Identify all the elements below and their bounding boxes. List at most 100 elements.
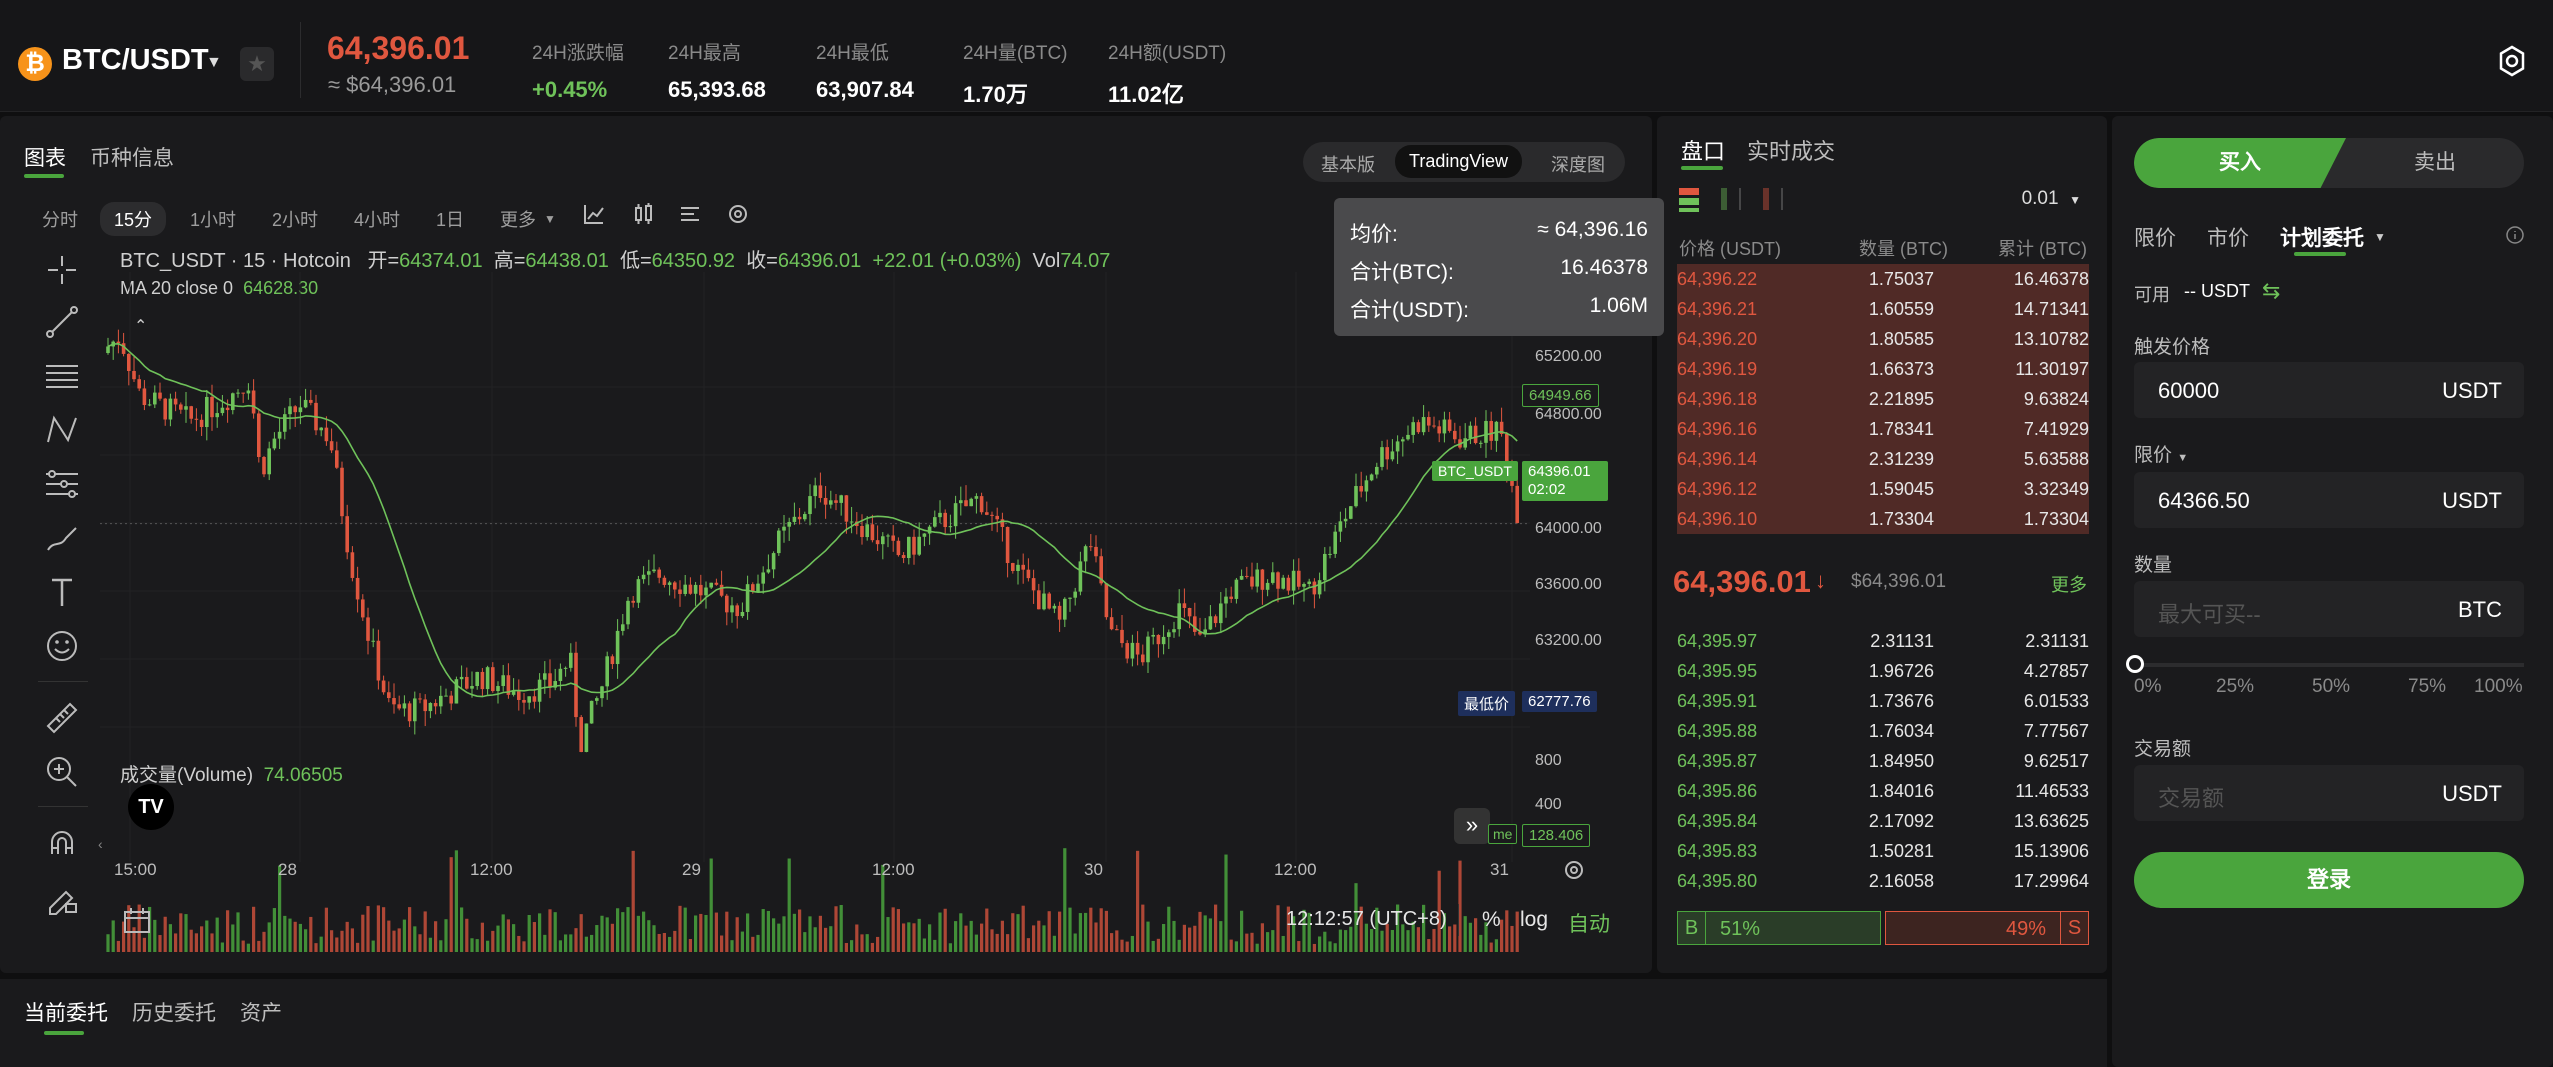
bid-row[interactable]: 64,395.80 2.16058 17.29964 [1677,866,2089,896]
slider-mark[interactable]: 25% [2216,676,2254,698]
last-price-tag: 64396.01 02:02 [1522,461,1608,501]
bid-row[interactable]: 64,395.88 1.76034 7.77567 [1677,716,2089,746]
timeframe-4h[interactable]: 4小时 [354,206,400,232]
candle-body [548,673,552,688]
view-basic[interactable]: 基本版 [1321,151,1375,177]
candle-body [735,605,739,617]
ask-row[interactable]: 64,396.14 2.31239 5.63588 [1677,444,2089,474]
zoom-in-tool-icon[interactable] [42,752,82,792]
chevron-down-icon[interactable]: ▼ [206,54,222,72]
axis-settings-icon[interactable] [1562,858,1586,882]
trendline-tool-icon[interactable] [42,302,82,342]
timeframe-15m[interactable]: 15分 [100,202,167,236]
percent-scale-toggle[interactable]: % [1482,908,1501,932]
chart-settings-icon[interactable] [726,202,750,226]
tab-recent-trades[interactable]: 实时成交 [1747,134,1835,166]
indicator-icon[interactable] [582,202,606,226]
slider-mark[interactable]: 100% [2474,676,2523,698]
book-view-bids-icon[interactable] [1721,188,1741,210]
more-link[interactable]: 更多 [2051,571,2087,597]
volume-bar [1125,941,1129,952]
log-scale-toggle[interactable]: log [1520,908,1548,932]
ask-row[interactable]: 64,396.21 1.60559 14.71341 [1677,294,2089,324]
list-icon[interactable] [678,202,702,226]
ask-row[interactable]: 64,396.18 2.21895 9.63824 [1677,384,2089,414]
sell-tab[interactable]: 卖出 [2346,138,2524,188]
timeframe-1d[interactable]: 1日 [436,206,464,232]
quantity-slider-handle[interactable] [2126,655,2144,673]
ask-row[interactable]: 64,396.19 1.66373 11.30197 [1677,354,2089,384]
candle-type-icon[interactable] [632,202,656,226]
chevron-down-icon[interactable]: ▼ [2374,230,2386,244]
ask-row[interactable]: 64,396.20 1.80585 13.10782 [1677,324,2089,354]
bid-row[interactable]: 64,395.83 1.50281 15.13906 [1677,836,2089,866]
candle-body [1161,636,1166,645]
text-tool-icon[interactable] [42,572,82,612]
timeframe-line[interactable]: 分时 [42,206,78,232]
chevron-down-icon[interactable]: ▼ [544,212,556,226]
candle-body [1094,546,1098,557]
volume-bar [142,937,146,952]
horizontal-lines-tool-icon[interactable] [42,356,82,396]
brush-tool-icon[interactable] [42,518,82,558]
tab-open-orders[interactable]: 当前委托 [24,997,108,1027]
view-depth[interactable]: 深度图 [1551,151,1605,177]
precision-selector[interactable]: 0.01 ▼ [2022,188,2081,210]
order-type-market[interactable]: 市价 [2207,222,2249,252]
info-icon[interactable] [2504,224,2526,246]
lock-drawing-tool-icon[interactable] [42,878,82,918]
tab-chart[interactable]: 图表 [24,142,66,172]
slider-mark[interactable]: 0% [2134,676,2161,698]
tab-assets[interactable]: 资产 [240,997,282,1027]
favorite-star-icon[interactable]: ★ [240,47,274,81]
timeframe-more[interactable]: 更多 [500,206,536,232]
magnet-tool-icon[interactable] [42,824,82,864]
crosshair-tool-icon[interactable] [42,250,82,290]
view-tradingview[interactable]: TradingView [1395,145,1523,178]
ask-row[interactable]: 64,396.10 1.73304 1.73304 [1677,504,2089,534]
book-view-asks-icon[interactable] [1763,188,1783,210]
slider-mark[interactable]: 75% [2408,676,2446,698]
emoji-tool-icon[interactable] [42,626,82,666]
timeframe-2h[interactable]: 2小时 [272,206,318,232]
bid-row[interactable]: 64,395.87 1.84950 9.62517 [1677,746,2089,776]
tab-orderbook[interactable]: 盘口 [1681,134,1725,166]
ask-row[interactable]: 64,396.22 1.75037 16.46378 [1677,264,2089,294]
limit-price-input[interactable]: 64366.50 USDT [2134,472,2524,528]
limit-price-label[interactable]: 限价 ▼ [2134,440,2188,467]
ask-row[interactable]: 64,396.16 1.78341 7.41929 [1677,414,2089,444]
tab-order-history[interactable]: 历史委托 [132,997,216,1027]
bid-row[interactable]: 64,395.97 2.31131 2.31131 [1677,626,2089,656]
transfer-icon[interactable]: ⇆ [2262,278,2280,304]
bid-row[interactable]: 64,395.95 1.96726 4.27857 [1677,656,2089,686]
book-view-both-icon[interactable] [1679,188,1699,212]
slider-mark[interactable]: 50% [2312,676,2350,698]
ask-row[interactable]: 64,396.12 1.59045 3.32349 [1677,474,2089,504]
order-type-trigger[interactable]: 计划委托 [2280,222,2364,252]
candle-body [1156,634,1161,645]
bid-row[interactable]: 64,395.84 2.17092 13.63625 [1677,806,2089,836]
trigger-price-input[interactable]: 60000 USDT [2134,362,2524,418]
buy-tab[interactable]: 买入 [2134,138,2346,188]
fib-tool-icon[interactable] [42,464,82,504]
pair-selector[interactable]: BTC/USDT [62,44,209,77]
bid-row[interactable]: 64,395.91 1.73676 6.01533 [1677,686,2089,716]
clock-utc[interactable]: 12:12:57 (UTC+8) [1286,908,1447,931]
auto-scale-toggle[interactable]: 自动 [1568,908,1610,938]
tab-coin-info[interactable]: 币种信息 [90,142,174,172]
tradingview-logo[interactable]: TV [128,784,174,830]
settings-gear-icon[interactable] [2495,44,2529,78]
quantity-slider-track[interactable] [2134,663,2524,667]
volume-bar [1333,943,1337,952]
amount-input[interactable]: 交易额 USDT [2134,765,2524,821]
scroll-right-button[interactable]: » [1454,808,1490,844]
order-type-limit[interactable]: 限价 [2134,222,2176,252]
timeframe-1h[interactable]: 1小时 [190,206,236,232]
login-button[interactable]: 登录 [2134,852,2524,908]
quantity-input[interactable]: 最大可买-- BTC [2134,581,2524,637]
date-range-icon[interactable] [122,906,152,936]
ruler-tool-icon[interactable] [42,698,82,738]
volume-bar [475,939,479,952]
pattern-tool-icon[interactable] [42,410,82,450]
bid-row[interactable]: 64,395.86 1.84016 11.46533 [1677,776,2089,806]
